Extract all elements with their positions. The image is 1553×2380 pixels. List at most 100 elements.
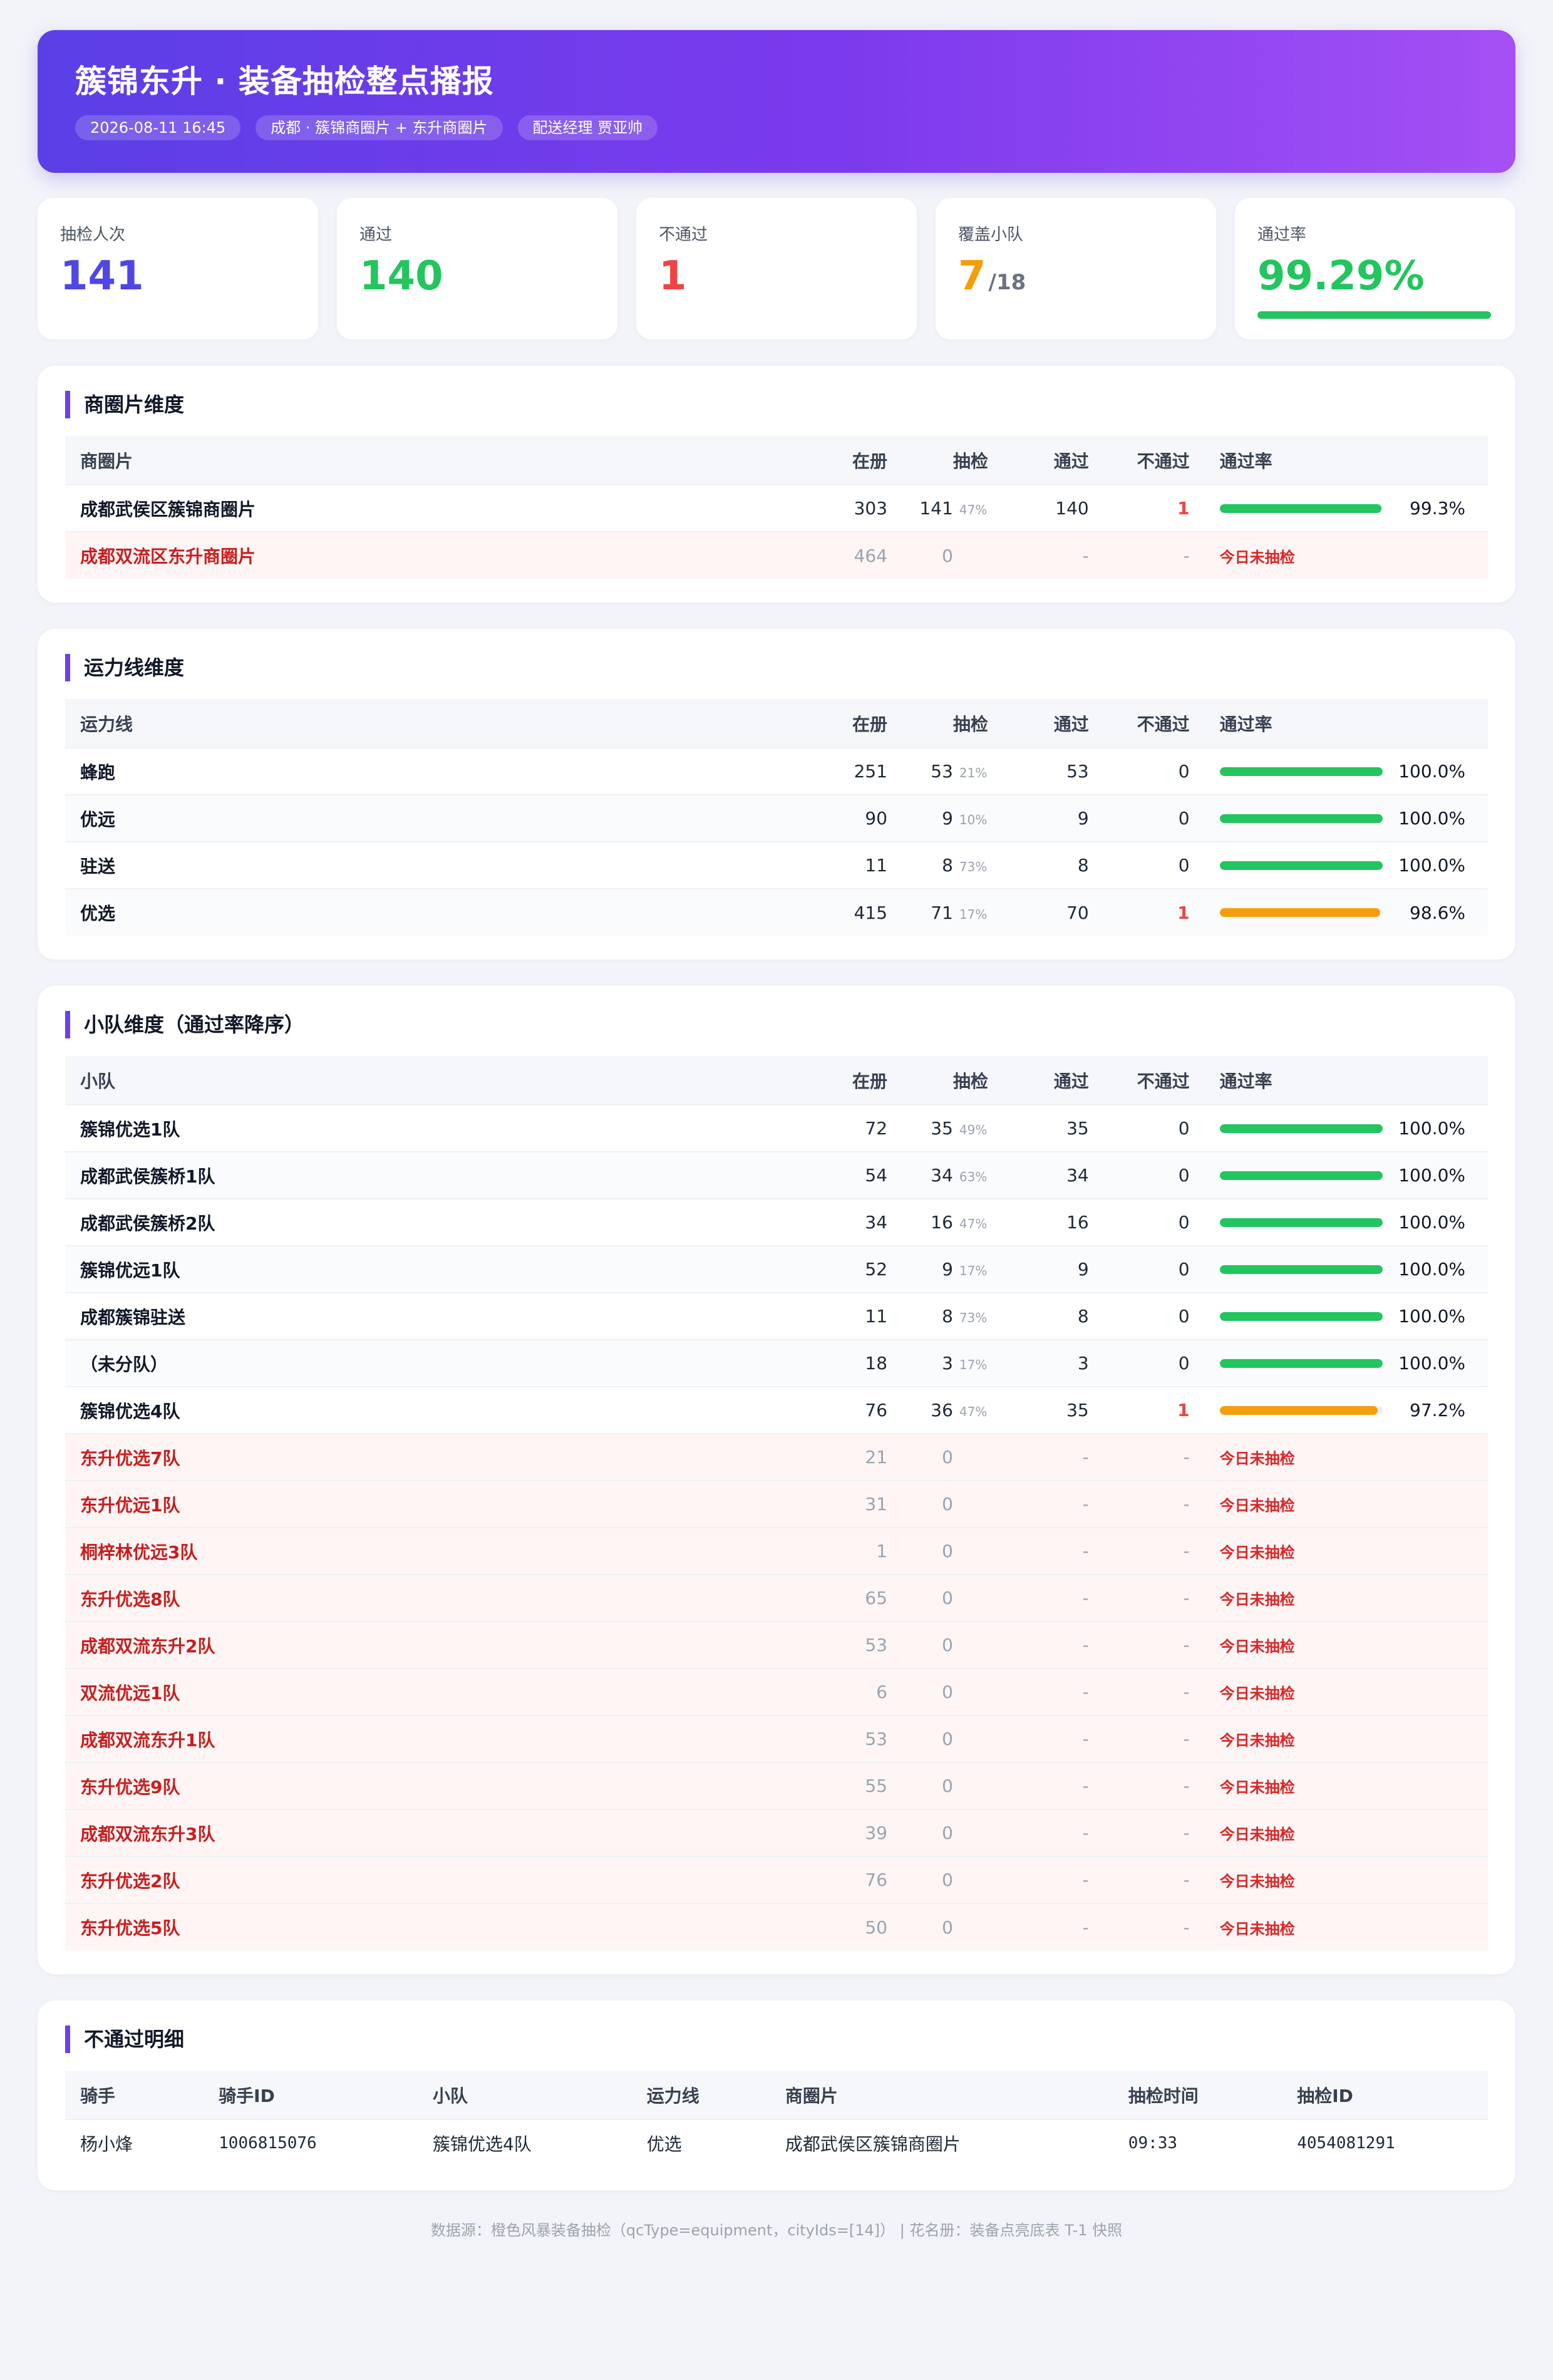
stat-card-teams: 覆盖小队 7/18 — [936, 198, 1216, 339]
table-row: 成都双流区东升商圈片 464 0- - 今日未抽检 — [65, 531, 1488, 579]
registered-count: 18 — [802, 1339, 903, 1387]
row-name: 成都双流区东升商圈片 — [65, 531, 802, 579]
pass-rate-fill — [1219, 1265, 1383, 1274]
table-row: 东升优选8队 65 0- - 今日未抽检 — [65, 1574, 1488, 1622]
row-name: 簇锦优选4队 — [65, 1386, 802, 1434]
pass-rate-bar — [1219, 861, 1383, 870]
check-count: 0 — [902, 1574, 1003, 1622]
fail-count: 0 — [1103, 841, 1205, 889]
pass-rate-cell: 今日未抽检 — [1204, 1903, 1488, 1950]
overall-rate-bar — [1257, 311, 1492, 319]
pass-count: - — [1003, 1527, 1104, 1575]
column-header: 小队 — [417, 2071, 632, 2119]
section-title: 商圈片维度 — [65, 391, 1488, 418]
pass-rate-cell: 100.0% — [1204, 1151, 1488, 1199]
check-value: 0 — [942, 1494, 953, 1514]
column-header: 骑手 — [65, 2071, 204, 2119]
pass-count: - — [1003, 1903, 1104, 1950]
row-name: 簇锦优选1队 — [65, 1104, 802, 1152]
pass-count: - — [1003, 1574, 1104, 1622]
check-count: 0 — [902, 1903, 1003, 1950]
check-percent: 47% — [959, 1404, 988, 1419]
not-checked-badge: 今日未抽检 — [1219, 1685, 1295, 1702]
check-percent: 10% — [959, 812, 988, 827]
row-name: 东升优选2队 — [65, 1856, 802, 1903]
section-title: 运力线维度 — [65, 654, 1488, 681]
row-name: 东升优选5队 — [65, 1903, 802, 1950]
stat-label: 通过率 — [1257, 225, 1307, 244]
check-value: 0 — [942, 1635, 953, 1655]
column-header: 通过 — [1003, 1056, 1104, 1105]
check-count: 0 — [902, 1668, 1003, 1715]
fail-count: 0 — [1103, 794, 1205, 842]
pass-rate-cell: 今日未抽检 — [1204, 531, 1488, 579]
page-title: 簇锦东升 · 装备抽检整点播报 — [75, 63, 494, 100]
pass-rate: 100.0% — [1219, 1353, 1473, 1374]
pass-rate-cell: 今日未抽检 — [1204, 1762, 1488, 1809]
report-header: 簇锦东升 · 装备抽检整点播报 2026-08-11 16:45 成都 · 簇锦… — [38, 30, 1515, 173]
detail-cell: 成都武侯区簇锦商圈片 — [770, 2119, 1113, 2166]
table-row: 驻送 11 8 73% 8 0 100.0% — [65, 841, 1488, 889]
registered-count: 52 — [802, 1245, 903, 1293]
pass-rate: 100.0% — [1219, 1259, 1473, 1280]
check-percent: 49% — [959, 1122, 988, 1137]
pass-rate-fill — [1219, 504, 1381, 513]
pass-rate-cell: 今日未抽检 — [1204, 1480, 1488, 1528]
detail-cell: 1006815076 — [204, 2119, 418, 2166]
fail-count: - — [1103, 1715, 1205, 1762]
dimension-table: 商圈片 在册 抽检 通过 不通过 通过率 成都武侯区簇锦商圈片 303 141 47% 140 1 99… — [65, 436, 1488, 579]
check-percent: 21% — [959, 765, 988, 780]
pass-rate-text: 100.0% — [1398, 761, 1465, 782]
registered-count: 76 — [802, 1856, 903, 1903]
table-header-row: 商圈片 在册 抽检 通过 不通过 通过率 — [65, 436, 1488, 485]
fail-count: - — [1103, 1480, 1205, 1528]
registered-count: 303 — [802, 484, 903, 532]
check-percent: 73% — [959, 1310, 988, 1325]
fail-count: - — [1103, 1433, 1205, 1481]
pass-rate-cell: 100.0% — [1204, 1104, 1488, 1152]
table-row: （未分队） 18 3 17% 3 0 100.0% — [65, 1339, 1488, 1387]
detail-cell: 09:33 — [1113, 2119, 1282, 2166]
pass-rate-fill — [1219, 1124, 1383, 1133]
pass-rate-fill — [1219, 1312, 1383, 1321]
fail-count: - — [1103, 1809, 1205, 1856]
column-header: 在册 — [802, 699, 903, 748]
pass-rate-bar — [1219, 1312, 1383, 1321]
check-count: 0 — [902, 1433, 1003, 1481]
column-header: 运力线 — [65, 699, 802, 748]
registered-count: 55 — [802, 1762, 903, 1809]
pass-rate-cell: 今日未抽检 — [1204, 1668, 1488, 1715]
check-value: 0 — [942, 1447, 953, 1467]
pass-rate-fill — [1219, 908, 1380, 917]
check-value: 0 — [942, 1870, 953, 1890]
row-name: 东升优选9队 — [65, 1762, 802, 1809]
stat-value: 140 — [359, 253, 443, 299]
stat-label: 通过 — [359, 225, 393, 244]
column-header: 骑手ID — [204, 2071, 418, 2119]
stat-value: 141 — [60, 253, 144, 299]
stat-cards: 抽检人次 141 通过 140 不通过 1 覆盖小队 7/18 通过率 99.2… — [38, 198, 1515, 339]
pass-rate-bar — [1219, 1405, 1383, 1415]
pass-count: 3 — [1003, 1339, 1104, 1387]
row-name: 驻送 — [65, 841, 802, 889]
pass-rate-text: 100.0% — [1398, 1259, 1465, 1280]
check-value: 0 — [942, 1823, 953, 1843]
pass-count: 8 — [1003, 1292, 1104, 1340]
table-row: 东升优选2队 76 0- - 今日未抽检 — [65, 1856, 1488, 1903]
pass-rate-cell: 今日未抽检 — [1204, 1527, 1488, 1575]
dimension-table: 运力线 在册 抽检 通过 不通过 通过率 蜂跑 251 53 21% 53 0 100.0% 优远 90 9 1… — [65, 699, 1488, 936]
column-header: 在册 — [802, 1056, 903, 1105]
check-value: 53 — [931, 761, 953, 782]
fail-detail-table: 骑手 骑手ID 小队 运力线 商圈片 抽检时间 抽检ID 杨小烽 1006815076 簇锦优选… — [65, 2071, 1488, 2166]
pass-rate-text: 100.0% — [1398, 1306, 1465, 1327]
pass-count: 70 — [1003, 888, 1104, 936]
registered-count: 464 — [802, 531, 903, 579]
not-checked-badge: 今日未抽检 — [1219, 1732, 1295, 1749]
check-count: 35 49% — [902, 1104, 1003, 1152]
not-checked-badge: 今日未抽检 — [1219, 1826, 1295, 1843]
check-count: 53 21% — [902, 747, 1003, 795]
pass-rate-fill — [1219, 1405, 1378, 1415]
pass-rate-cell: 100.0% — [1204, 794, 1488, 842]
table-row: 成都武侯区簇锦商圈片 303 141 47% 140 1 99.3% — [65, 484, 1488, 532]
section-title: 小队维度（通过率降序） — [65, 1011, 1488, 1038]
